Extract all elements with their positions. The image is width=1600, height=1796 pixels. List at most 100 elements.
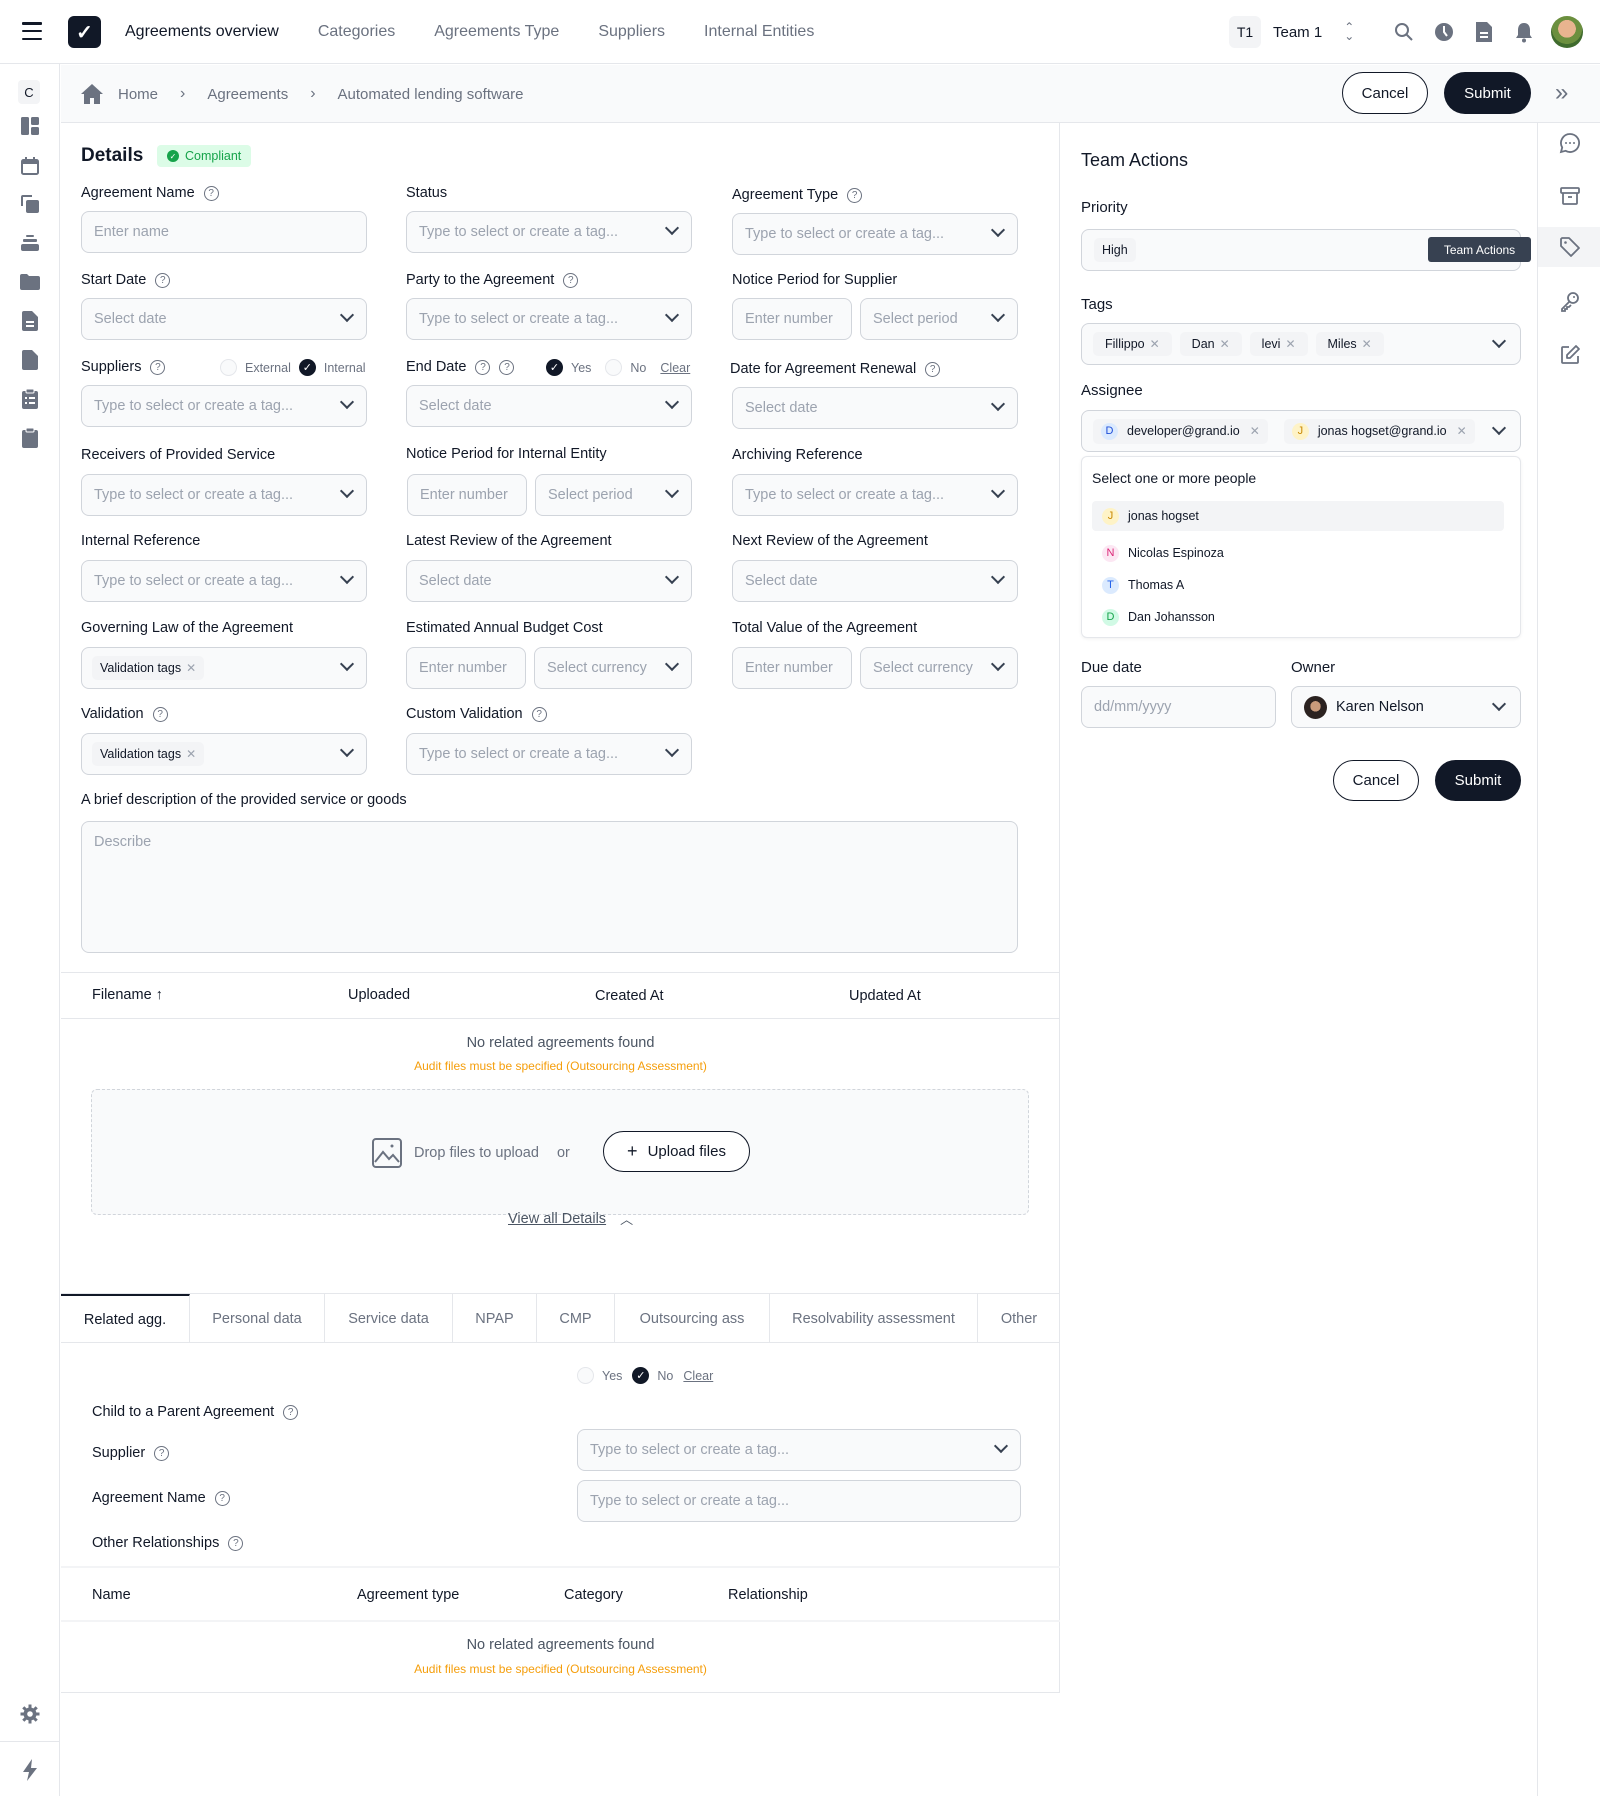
- document-icon[interactable]: [1470, 18, 1498, 46]
- agreement-name-input[interactable]: Enter name: [81, 211, 367, 253]
- panel-cancel-button[interactable]: Cancel: [1333, 760, 1419, 801]
- nav-suppliers[interactable]: Suppliers: [598, 23, 665, 41]
- breadcrumb-home[interactable]: Home: [118, 86, 158, 103]
- workspace-badge[interactable]: C: [18, 80, 40, 104]
- end-date-clear-link[interactable]: Clear: [660, 361, 690, 375]
- related-supplier-select[interactable]: Type to select or create a tag...: [577, 1429, 1021, 1471]
- suppliers-select[interactable]: Type to select or create a tag...: [81, 385, 367, 427]
- col-updated-at[interactable]: Updated At: [849, 988, 921, 1004]
- child-clear-link[interactable]: Clear: [683, 1369, 713, 1383]
- col-uploaded[interactable]: Uploaded: [348, 987, 410, 1003]
- view-all-details-link[interactable]: View all Details ︿: [508, 1209, 633, 1228]
- related-agreement-name-input[interactable]: Type to select or create a tag...: [577, 1480, 1021, 1522]
- file-dropzone[interactable]: Drop files to upload or + Upload files: [91, 1089, 1029, 1215]
- archive-icon[interactable]: [1538, 176, 1600, 216]
- clipboard-list-icon[interactable]: [18, 387, 42, 411]
- comment-icon[interactable]: [1538, 123, 1600, 163]
- remove-tag-icon[interactable]: ✕: [1220, 337, 1230, 351]
- help-icon[interactable]: ?: [228, 1535, 244, 1551]
- custom-validation-select[interactable]: Type to select or create a tag...: [406, 733, 692, 775]
- party-select[interactable]: Type to select or create a tag...: [406, 298, 692, 340]
- total-value-number-input[interactable]: Enter number: [732, 647, 852, 689]
- validation-select[interactable]: Validation tags ✕: [81, 733, 367, 775]
- suppliers-radio-external[interactable]: External: [220, 359, 291, 376]
- tab-cmp[interactable]: CMP: [537, 1294, 615, 1343]
- upload-files-button[interactable]: + Upload files: [603, 1131, 750, 1172]
- tab-outsourcing-ass[interactable]: Outsourcing ass: [615, 1294, 770, 1343]
- help-icon[interactable]: ?: [155, 272, 171, 288]
- header-submit-button[interactable]: Submit: [1444, 72, 1531, 114]
- next-review-select[interactable]: Select date: [732, 560, 1018, 602]
- latest-review-select[interactable]: Select date: [406, 560, 692, 602]
- edit-icon[interactable]: [1538, 335, 1600, 375]
- tab-other[interactable]: Other: [978, 1294, 1060, 1343]
- nav-categories[interactable]: Categories: [318, 23, 395, 41]
- notice-internal-number-input[interactable]: Enter number: [407, 474, 527, 516]
- tag-icon[interactable]: [1538, 227, 1600, 267]
- status-select[interactable]: Type to select or create a tag...: [406, 211, 692, 253]
- settings-icon[interactable]: [18, 1702, 42, 1726]
- header-cancel-button[interactable]: Cancel: [1342, 72, 1428, 114]
- user-avatar[interactable]: [1551, 16, 1583, 48]
- tab-resolvability-assessment[interactable]: Resolvability assessment: [770, 1294, 978, 1343]
- panel-submit-button[interactable]: Submit: [1435, 760, 1521, 801]
- help-icon[interactable]: ?: [499, 359, 515, 375]
- nav-internal-entities[interactable]: Internal Entities: [704, 23, 814, 41]
- description-textarea[interactable]: Describe: [81, 821, 1018, 953]
- col-category[interactable]: Category: [564, 1587, 623, 1603]
- receivers-select[interactable]: Type to select or create a tag...: [81, 474, 367, 516]
- col-created-at[interactable]: Created At: [595, 988, 664, 1004]
- col-agreement-type[interactable]: Agreement type: [357, 1587, 459, 1603]
- suppliers-radio-internal[interactable]: ✓ Internal: [298, 359, 366, 376]
- notice-supplier-period-select[interactable]: Select period: [860, 298, 1018, 340]
- end-date-radio-no[interactable]: No: [605, 359, 646, 376]
- due-date-input[interactable]: dd/mm/yyyy: [1081, 686, 1276, 728]
- key-icon[interactable]: [1538, 281, 1600, 321]
- breadcrumb-agreements[interactable]: Agreements: [207, 86, 288, 103]
- lightning-icon[interactable]: [18, 1758, 42, 1782]
- copy-icon[interactable]: [18, 192, 42, 216]
- col-name[interactable]: Name: [92, 1587, 131, 1603]
- nav-agreements-overview[interactable]: Agreements overview: [125, 23, 279, 41]
- tab-service-data[interactable]: Service data: [325, 1294, 453, 1343]
- home-icon[interactable]: [81, 84, 103, 104]
- help-icon[interactable]: ?: [154, 1445, 170, 1461]
- start-date-select[interactable]: Select date: [81, 298, 367, 340]
- clipboard-icon[interactable]: [18, 426, 42, 450]
- renewal-date-select[interactable]: Select date: [732, 387, 1018, 429]
- help-icon[interactable]: ?: [150, 359, 166, 375]
- person-option[interactable]: D Dan Johansson: [1092, 602, 1504, 632]
- tab-related-agg[interactable]: Related agg.: [61, 1294, 190, 1343]
- child-radio-yes[interactable]: Yes: [577, 1367, 622, 1384]
- folder-icon[interactable]: [18, 270, 42, 294]
- notice-supplier-number-input[interactable]: Enter number: [732, 298, 852, 340]
- governing-law-select[interactable]: Validation tags ✕: [81, 647, 367, 689]
- help-icon[interactable]: ?: [475, 359, 491, 375]
- stack-icon[interactable]: [18, 231, 42, 255]
- child-radio-no[interactable]: ✓ No: [632, 1367, 673, 1384]
- remove-tag-icon[interactable]: ✕: [1362, 337, 1372, 351]
- help-icon[interactable]: ?: [214, 1490, 230, 1506]
- menu-icon[interactable]: [22, 22, 42, 40]
- nav-agreements-type[interactable]: Agreements Type: [434, 23, 559, 41]
- search-icon[interactable]: [1390, 18, 1418, 46]
- file-text-icon[interactable]: [18, 309, 42, 333]
- help-icon[interactable]: ?: [563, 272, 579, 288]
- remove-tag-icon[interactable]: ✕: [186, 747, 196, 761]
- help-icon[interactable]: ?: [203, 185, 219, 201]
- remove-tag-icon[interactable]: ✕: [186, 661, 196, 675]
- calendar-icon[interactable]: [18, 154, 42, 178]
- person-option[interactable]: Jjonas hogset: [1092, 501, 1504, 531]
- col-filename[interactable]: Filename ↑: [92, 987, 163, 1003]
- dashboard-icon[interactable]: [18, 114, 42, 138]
- end-date-select[interactable]: Select date: [406, 385, 692, 427]
- tags-select[interactable]: Fillippo ✕ Dan ✕ levi ✕ Miles ✕: [1081, 323, 1521, 365]
- end-date-radio-yes[interactable]: ✓ Yes: [546, 359, 591, 376]
- help-icon[interactable]: ?: [152, 706, 168, 722]
- help-icon[interactable]: ?: [283, 1404, 299, 1420]
- team-switcher[interactable]: T1 Team 1 ⌃ ⌄: [1229, 16, 1354, 48]
- remove-tag-icon[interactable]: ✕: [1150, 337, 1160, 351]
- budget-cost-number-input[interactable]: Enter number: [406, 647, 526, 689]
- notice-internal-period-select[interactable]: Select period: [535, 474, 692, 516]
- remove-assignee-icon[interactable]: ✕: [1250, 424, 1260, 438]
